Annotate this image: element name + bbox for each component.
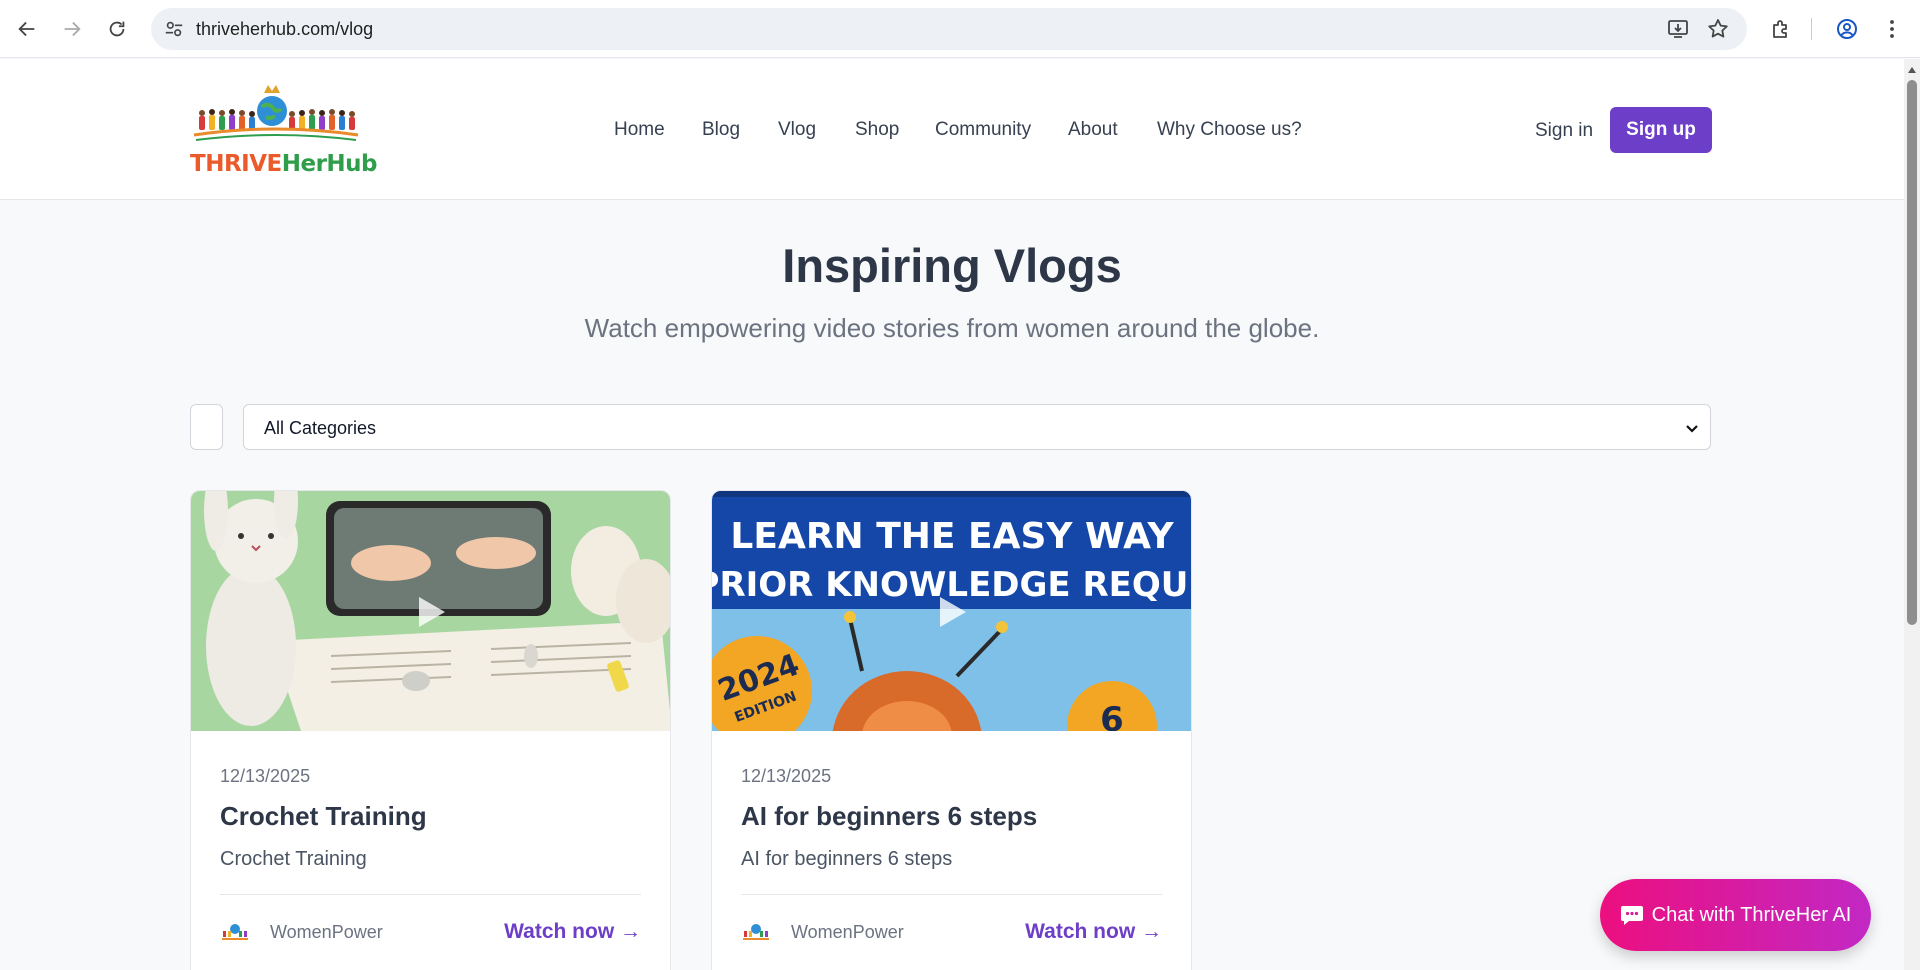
account-circle-icon bbox=[1837, 19, 1857, 39]
vlog-card[interactable]: LEARN THE EASY WAY NO PRIOR KNOWLEDGE RE… bbox=[711, 490, 1192, 970]
browser-menu-button[interactable] bbox=[1877, 14, 1907, 44]
nav-home[interactable]: Home bbox=[614, 119, 665, 141]
sign-up-button[interactable]: Sign up bbox=[1610, 107, 1712, 153]
nav-community[interactable]: Community bbox=[935, 119, 1031, 141]
nav-shop[interactable]: Shop bbox=[855, 119, 899, 141]
vlog-title[interactable]: Crochet Training bbox=[220, 801, 427, 832]
thumb-number: 6 bbox=[1100, 700, 1124, 731]
sign-in-link[interactable]: Sign in bbox=[1535, 120, 1593, 142]
page-title: Inspiring Vlogs bbox=[782, 239, 1122, 292]
category-select-value: All Categories bbox=[264, 418, 377, 438]
vlog-thumbnail[interactable] bbox=[191, 491, 670, 731]
nav-about[interactable]: About bbox=[1068, 119, 1118, 141]
vlog-description: Crochet Training bbox=[220, 848, 367, 870]
reload-button[interactable] bbox=[98, 10, 136, 48]
address-bar[interactable]: thriveherhub.com/vlog bbox=[151, 8, 1747, 50]
scroll-up-arrow-icon[interactable] bbox=[1907, 66, 1917, 74]
card-divider bbox=[741, 894, 1162, 895]
profile-button[interactable] bbox=[1832, 14, 1862, 44]
url-text[interactable]: thriveherhub.com/vlog bbox=[196, 19, 373, 40]
logo-wordmark: THRIVEHerHub bbox=[190, 151, 378, 177]
puzzle-icon bbox=[1773, 20, 1787, 38]
nav-vlog[interactable]: Vlog bbox=[778, 119, 816, 141]
vlog-thumbnail[interactable]: LEARN THE EASY WAY NO PRIOR KNOWLEDGE RE… bbox=[712, 491, 1191, 731]
page-scrollbar[interactable] bbox=[1904, 59, 1920, 970]
watch-now-link[interactable]: Watch now → bbox=[504, 920, 641, 944]
chat-ai-label: Chat with ThriveHer AI bbox=[1651, 903, 1852, 926]
logo-wordmark-part2: HerHub bbox=[281, 151, 378, 177]
card-divider bbox=[220, 894, 641, 895]
chat-bubble-icon bbox=[1620, 906, 1643, 925]
vlog-title[interactable]: AI for beginners 6 steps bbox=[741, 801, 1037, 832]
play-icon[interactable] bbox=[417, 595, 447, 629]
forward-button[interactable] bbox=[53, 10, 91, 48]
site-header: THRIVEHerHub Home Blog Vlog Shop Communi… bbox=[0, 59, 1904, 200]
bookmark-star-icon[interactable] bbox=[1706, 17, 1730, 41]
logo-wordmark-part1: THRIVE bbox=[190, 151, 282, 177]
arrow-left-icon bbox=[18, 21, 35, 37]
thumb-headline-1: LEARN THE EASY WAY bbox=[730, 516, 1174, 557]
play-icon[interactable] bbox=[938, 595, 968, 629]
category-select[interactable]: All Categories bbox=[243, 404, 1711, 450]
filter-search-box[interactable] bbox=[190, 404, 223, 450]
vlog-date: 12/13/2025 bbox=[741, 766, 832, 786]
browser-toolbar: thriveherhub.com/vlog bbox=[0, 0, 1920, 58]
watch-now-link[interactable]: Watch now → bbox=[1025, 920, 1162, 944]
vlog-description: AI for beginners 6 steps bbox=[741, 848, 953, 870]
page-subtitle: Watch empowering video stories from wome… bbox=[584, 313, 1320, 343]
back-button[interactable] bbox=[8, 10, 46, 48]
nav-why-choose-us[interactable]: Why Choose us? bbox=[1157, 119, 1302, 141]
vlog-author: WomenPower bbox=[270, 922, 383, 942]
site-logo[interactable]: THRIVEHerHub bbox=[190, 83, 378, 183]
reload-icon bbox=[109, 21, 125, 37]
install-app-icon[interactable] bbox=[1666, 17, 1690, 41]
vlog-date: 12/13/2025 bbox=[220, 766, 311, 786]
nav-blog[interactable]: Blog bbox=[702, 119, 740, 141]
extensions-button[interactable] bbox=[1766, 14, 1796, 44]
chevron-down-icon bbox=[1686, 425, 1698, 433]
scrollbar-thumb[interactable] bbox=[1907, 80, 1917, 625]
vlog-card[interactable]: 12/13/2025 Crochet Training Crochet Trai… bbox=[190, 490, 671, 970]
vlog-author: WomenPower bbox=[791, 922, 904, 942]
site-settings-icon[interactable] bbox=[163, 18, 185, 40]
toolbar-divider bbox=[1811, 18, 1812, 40]
author-avatar bbox=[222, 924, 248, 940]
author-avatar bbox=[743, 924, 769, 940]
chat-ai-button[interactable]: Chat with ThriveHer AI bbox=[1600, 879, 1871, 951]
arrow-right-icon bbox=[64, 21, 81, 37]
more-vert-icon bbox=[1890, 20, 1894, 38]
globe-people-logo-icon bbox=[193, 85, 359, 141]
